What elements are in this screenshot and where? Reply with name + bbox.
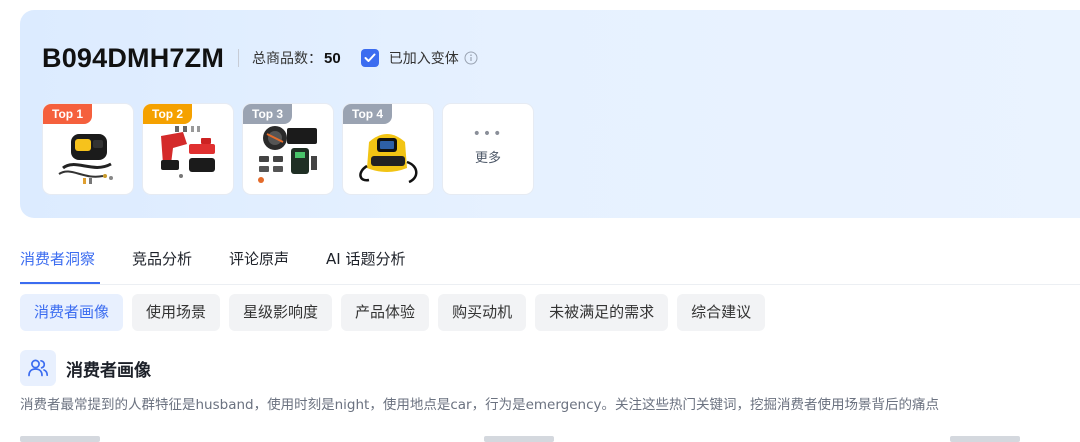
divider — [238, 49, 240, 67]
rank-badge: Top 2 — [143, 104, 193, 124]
main-tabs: 消费者洞察 竞品分析 评论原声 AI 话题分析 — [20, 244, 443, 274]
subtab-recommendations[interactable]: 综合建议 — [677, 294, 766, 331]
more-products-button[interactable]: ••• 更多 — [443, 104, 533, 194]
product-card-top-1[interactable]: Top 1 — [43, 104, 133, 194]
cutoff-label — [484, 436, 554, 442]
more-dots-icon: ••• — [472, 125, 504, 142]
tab-divider — [20, 284, 1080, 285]
subtab-purchase-motivation[interactable]: 购买动机 — [438, 294, 527, 331]
product-card-top-4[interactable]: Top 4 — [343, 104, 433, 194]
variant-checkbox[interactable] — [360, 49, 379, 67]
subtab-consumer-profile[interactable]: 消费者画像 — [20, 294, 124, 331]
total-count-value: 50 — [324, 49, 341, 67]
more-label: 更多 — [474, 150, 501, 166]
product-card-top-3[interactable]: Top 3 — [243, 104, 333, 194]
product-image — [359, 134, 418, 184]
tab-ai-topics[interactable]: AI 话题分析 — [326, 244, 405, 274]
product-image — [58, 134, 113, 184]
sub-tabs: 消费者画像 使用场景 星级影响度 产品体验 购买动机 未被满足的需求 综合建议 — [20, 294, 766, 331]
product-image — [161, 126, 215, 178]
top-products-list: Top 1 Top 2 Top 3 Top 4 ••• 更多 — [43, 104, 533, 194]
subtab-product-experience[interactable]: 产品体验 — [341, 294, 430, 331]
asin-title: B094DMH7ZM — [42, 42, 225, 73]
subtab-rating-impact[interactable]: 星级影响度 — [229, 294, 333, 331]
tab-reviews[interactable]: 评论原声 — [229, 244, 289, 274]
cutoff-label — [950, 436, 1020, 442]
rank-badge: Top 1 — [43, 104, 93, 124]
users-icon — [20, 350, 56, 386]
section-description: 消费者最常提到的人群特征是husband，使用时刻是night，使用地点是car… — [20, 397, 940, 413]
check-icon — [364, 53, 376, 62]
rank-badge: Top 3 — [243, 104, 293, 124]
title-row: B094DMH7ZM 总商品数： 50 已加入变体 — [42, 40, 478, 76]
info-icon[interactable] — [464, 51, 478, 65]
product-image — [258, 126, 317, 183]
active-tab-indicator — [20, 282, 100, 284]
total-count-label: 总商品数： — [252, 51, 323, 67]
variant-label: 已加入变体 — [388, 51, 459, 67]
tab-consumer-insight[interactable]: 消费者洞察 — [20, 244, 95, 274]
section-title: 消费者画像 — [66, 360, 151, 381]
subtab-usage-scenario[interactable]: 使用场景 — [132, 294, 221, 331]
subtab-unmet-needs[interactable]: 未被满足的需求 — [535, 294, 669, 331]
section-header: 消费者画像 — [20, 350, 151, 386]
tab-competitor-analysis[interactable]: 竞品分析 — [132, 244, 192, 274]
rank-badge: Top 4 — [343, 104, 393, 124]
cutoff-label — [20, 436, 100, 442]
product-card-top-2[interactable]: Top 2 — [143, 104, 233, 194]
